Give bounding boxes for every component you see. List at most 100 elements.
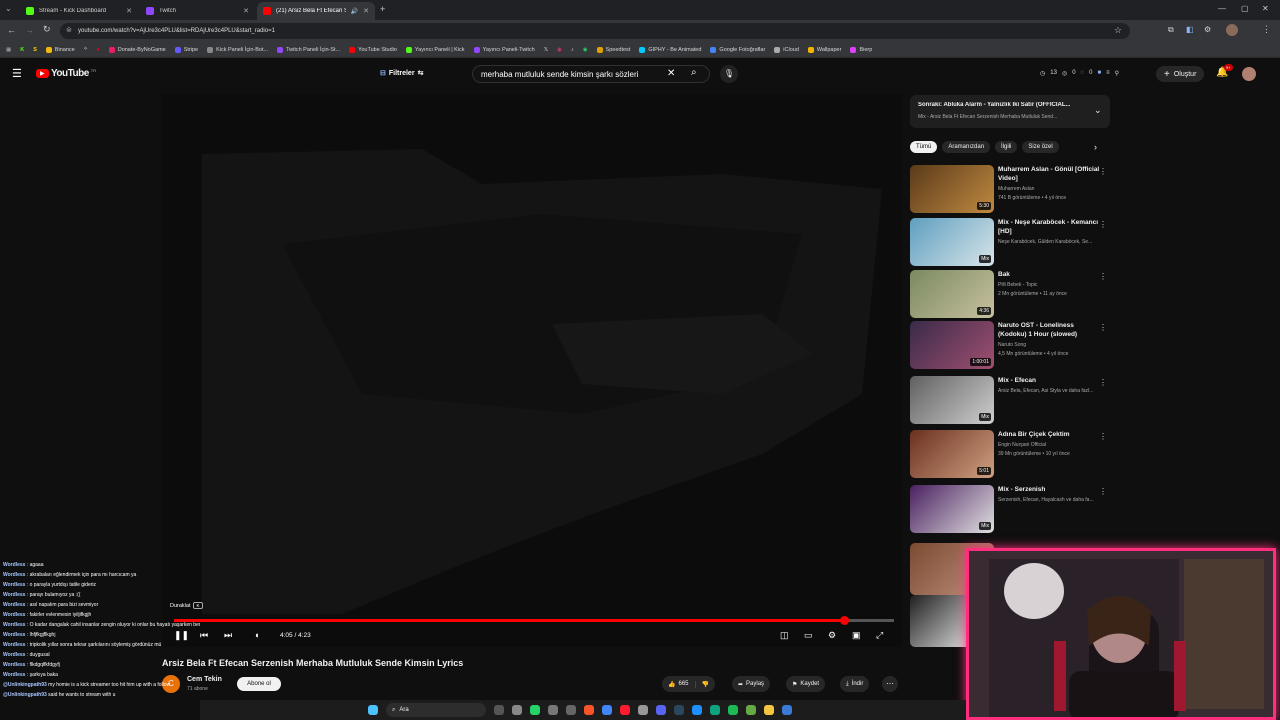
bookmark-icloud[interactable]: iCloud: [774, 46, 799, 53]
kick-bookmark-icon[interactable]: K: [20, 47, 24, 53]
extensions-icon[interactable]: ⧉: [1168, 25, 1174, 35]
app-icon[interactable]: [782, 705, 792, 715]
more-options-icon[interactable]: ⋮: [1099, 378, 1107, 387]
more-options-icon[interactable]: ⋮: [1099, 272, 1107, 281]
chip-all[interactable]: Tümü: [910, 141, 938, 153]
more-options-icon[interactable]: ⋮: [1099, 167, 1107, 176]
instagram-icon[interactable]: ◉: [557, 47, 562, 53]
menu-dots-icon[interactable]: ⋮: [1262, 24, 1271, 35]
brave-icon[interactable]: [584, 705, 594, 715]
reload-icon[interactable]: ↻: [43, 24, 51, 35]
captions-icon[interactable]: ▭: [804, 630, 813, 641]
profile-avatar-icon[interactable]: [1226, 24, 1238, 36]
voice-search-icon[interactable]: 🎙: [720, 65, 738, 83]
x-icon[interactable]: 𝕏: [544, 47, 548, 53]
search-icon[interactable]: ⌕: [691, 67, 697, 78]
recommendation-title[interactable]: Adına Bir Çiçek Çektim: [998, 430, 1102, 439]
bookmark-binance[interactable]: Binance: [45, 46, 75, 53]
chevron-right-icon[interactable]: ›: [1094, 142, 1097, 152]
chip-related[interactable]: İlgili: [995, 141, 1018, 153]
progress-scrubber[interactable]: [839, 616, 849, 625]
bookmark-bierp[interactable]: Bierp: [850, 46, 872, 53]
recommendation-item[interactable]: Mix Mix - Neşe Karaböcek - Kemancı [HD] Ne…: [910, 218, 1110, 266]
recommendation-item[interactable]: Mix Mix - Efecan Arsiz Bela, Efecan, Asi S…: [910, 376, 1110, 424]
progress-bar[interactable]: [174, 616, 894, 625]
recommendation-title[interactable]: Bak: [998, 270, 1102, 279]
extension-icon[interactable]: ■: [1097, 70, 1101, 77]
tab-twitch[interactable]: Twitch ✕: [140, 2, 255, 20]
avatar[interactable]: [1242, 67, 1256, 81]
filters-button[interactable]: ⊟ Filtreler ⇆: [380, 69, 423, 78]
whatsapp-icon[interactable]: ◉: [583, 47, 588, 53]
recommendation-item[interactable]: 1:00:01 Naruto OST - Loneliness (Kodoku) …: [910, 321, 1110, 369]
up-next-panel[interactable]: Sonraki: Abluka Alarm - Yalnızlık İki Sa…: [910, 95, 1110, 128]
whatsapp-icon[interactable]: [530, 705, 540, 715]
back-icon[interactable]: ←: [7, 25, 16, 35]
subscribe-button[interactable]: Abone ol: [237, 677, 281, 691]
app-icon[interactable]: [548, 705, 558, 715]
recommendation-item[interactable]: 5:01 Adına Bir Çiçek Çektim Engin Nurşani …: [910, 430, 1110, 478]
bookmark-icon[interactable]: ⟡: [84, 46, 88, 53]
address-bar[interactable]: ⊜ youtube.com/watch?v=AjUre3c4PLU&list=R…: [60, 23, 1130, 39]
search-input[interactable]: merhaba mutluluk sende kimsin şarkı sözl…: [472, 65, 710, 83]
bookmark-stripe[interactable]: Stripe: [174, 46, 198, 53]
more-options-icon[interactable]: ⋮: [1099, 220, 1107, 229]
app-icon[interactable]: [692, 705, 702, 715]
recommendation-title[interactable]: Mix - Neşe Karaböcek - Kemancı [HD]: [998, 218, 1102, 236]
video-thumbnail[interactable]: 1:00:01: [910, 321, 994, 369]
create-button[interactable]: + Oluştur: [1156, 66, 1205, 82]
miniplayer-icon[interactable]: ▣: [852, 630, 861, 641]
bookmark-wallpaper[interactable]: Wallpaper: [807, 46, 841, 53]
app-icon[interactable]: [746, 705, 756, 715]
start-icon[interactable]: [368, 705, 378, 715]
video-thumbnail[interactable]: 5:01: [910, 430, 994, 478]
video-thumbnail[interactable]: Mix: [910, 376, 994, 424]
extension-icon[interactable]: ⚙: [1204, 25, 1211, 34]
previous-icon[interactable]: ⏮: [200, 630, 208, 641]
bookmark-twitch-panel-2[interactable]: Yayıncı Paneli-Twitch: [473, 46, 535, 53]
more-options-icon[interactable]: ⋮: [1099, 432, 1107, 441]
settings-gear-icon[interactable]: ⚙: [828, 630, 836, 641]
app-icon[interactable]: [638, 705, 648, 715]
video-thumbnail[interactable]: Mix: [910, 218, 994, 266]
hamburger-menu-icon[interactable]: ☰: [12, 67, 22, 80]
files-icon[interactable]: [566, 705, 576, 715]
fullscreen-icon[interactable]: ⤢: [876, 630, 883, 641]
minimize-icon[interactable]: —: [1218, 4, 1226, 13]
opera-icon[interactable]: [620, 705, 630, 715]
save-button[interactable]: ⚑ Kaydet: [786, 676, 826, 692]
recommendation-title[interactable]: Mix - Serzenish: [998, 485, 1102, 494]
recommendation-title[interactable]: Naruto OST - Loneliness (Kodoku) 1 Hour …: [998, 321, 1102, 339]
download-button[interactable]: ⤓ İndir: [840, 676, 870, 692]
more-options-icon[interactable]: ⋮: [1099, 323, 1107, 332]
bookmark-kick-bot[interactable]: Kick Paneli İçin-Bot...: [207, 46, 268, 53]
folder-icon[interactable]: [764, 705, 774, 715]
volume-icon[interactable]: ◖: [254, 630, 259, 640]
video-thumbnail[interactable]: 4:36: [910, 270, 994, 318]
list-icon[interactable]: ≡: [1106, 70, 1110, 77]
extension-icon[interactable]: ◧: [1186, 25, 1194, 34]
bookmark-kick-panel[interactable]: Yayıncı Paneli | Kick: [405, 46, 465, 53]
task-view-icon[interactable]: [494, 705, 504, 715]
share-button[interactable]: ➦ Paylaş: [732, 676, 771, 692]
forward-icon[interactable]: →: [25, 25, 34, 35]
chip-from-search[interactable]: Aramanızdan: [942, 141, 991, 153]
chevron-down-icon[interactable]: ⌄: [1094, 105, 1102, 116]
like-button[interactable]: 👍 665: [662, 681, 695, 688]
close-icon[interactable]: ✕: [363, 7, 369, 15]
bookmark-star-icon[interactable]: ☆: [1114, 25, 1122, 36]
pinterest-icon[interactable]: ●: [96, 47, 99, 53]
more-options-icon[interactable]: ⋮: [1099, 487, 1107, 496]
speaker-icon[interactable]: 🔊: [351, 8, 358, 15]
edge-icon[interactable]: [710, 705, 720, 715]
bookmark-donate[interactable]: Donate-ByNoGame: [108, 46, 166, 53]
video-player[interactable]: Duraklat K ❚❚ ⏮ ⏭ ◖ 4:05 / 4:23 ◫ ▭ ⚙ ▣ …: [162, 94, 902, 647]
clear-search-icon[interactable]: ✕: [667, 68, 675, 79]
video-thumbnail[interactable]: 5:30: [910, 165, 994, 213]
site-info-icon[interactable]: ⊜: [66, 26, 72, 34]
bookmark-youtube-studio[interactable]: YouTube Studio: [349, 46, 397, 53]
bookmark-giphy[interactable]: GIPHY - Be Animated: [639, 46, 701, 53]
close-icon[interactable]: ✕: [126, 7, 132, 15]
tab-kick-dashboard[interactable]: Stream - Kick Dashboard ✕: [20, 2, 138, 20]
youtube-logo[interactable]: ▶ YouTube TR: [36, 68, 96, 79]
